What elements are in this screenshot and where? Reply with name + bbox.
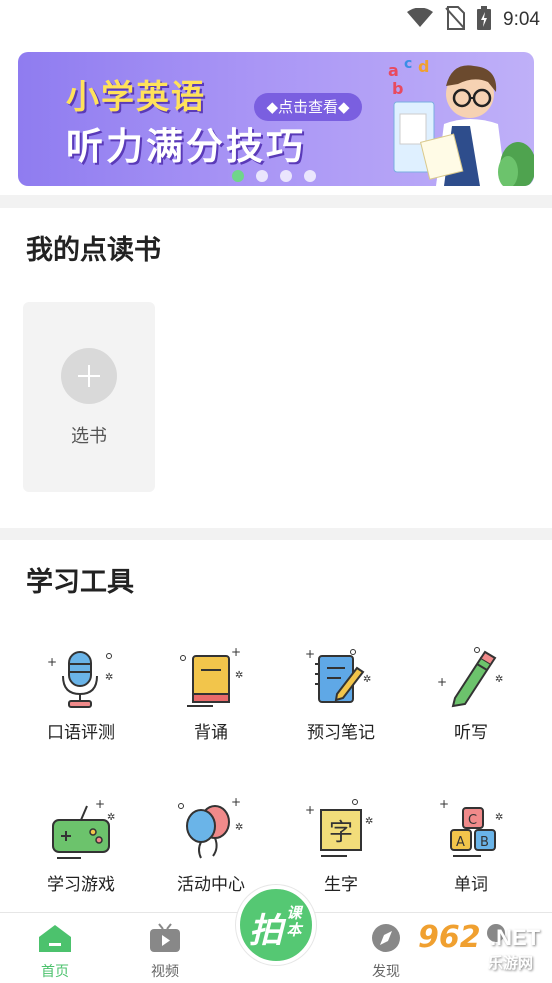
notebook-pen-icon: ✲ +: [305, 647, 371, 703]
battery-charging-icon: [477, 6, 492, 34]
scan-textbook-button[interactable]: 拍 课本: [236, 885, 316, 965]
watermark-suffix: .NET: [490, 925, 541, 950]
svg-text:✲: ✲: [495, 812, 503, 823]
svg-text:+: +: [231, 798, 241, 809]
tool-label: 背诵: [194, 723, 228, 743]
tool-label: 预习笔记: [307, 723, 375, 743]
svg-text:C: C: [468, 813, 477, 828]
tool-words[interactable]: C A B + ✲ 单词: [406, 798, 536, 895]
svg-text:✲: ✲: [363, 674, 371, 685]
status-time: 9:04: [503, 9, 540, 30]
pencil-icon: ✲ +: [437, 647, 503, 708]
svg-text:a: a: [388, 61, 399, 80]
tool-study-games[interactable]: + ✲ 学习游戏: [16, 798, 146, 895]
tool-label: 单词: [454, 875, 488, 895]
banner-subtitle: 听力满分技巧: [66, 125, 306, 168]
svg-text:✲: ✲: [235, 822, 243, 833]
nav-discover[interactable]: 发现: [356, 923, 416, 981]
svg-text:B: B: [480, 835, 489, 850]
status-icons: 9:04: [407, 6, 540, 34]
promo-banner[interactable]: 小学英语 ◆点击查看◆ 听力满分技巧 a c d b: [18, 52, 534, 186]
scan-textbook-big: 拍: [249, 911, 283, 951]
character-card-icon: 字 ✲ +: [305, 799, 373, 857]
nav-home[interactable]: 首页: [25, 923, 85, 981]
tool-activity-center[interactable]: + ✲ 活动中心: [146, 798, 276, 895]
site-watermark: 962 .NET 乐游网: [418, 920, 548, 972]
svg-text:+: +: [47, 655, 57, 669]
status-bar: 9:04: [0, 0, 552, 40]
tool-new-characters[interactable]: 字 ✲ + 生字: [276, 798, 406, 895]
no-sim-icon: [445, 6, 466, 34]
home-icon: [39, 925, 71, 952]
svg-text:c: c: [404, 56, 412, 72]
study-tools-title: 学习工具: [26, 567, 134, 598]
letter-blocks-icon: C A B + ✲: [439, 798, 503, 857]
svg-text:✲: ✲: [105, 672, 113, 683]
svg-text:+: +: [231, 646, 241, 659]
svg-text:✲: ✲: [235, 670, 243, 681]
svg-text:+: +: [305, 647, 315, 661]
svg-text:✲: ✲: [365, 816, 373, 827]
microphone-icon: + ✲: [47, 651, 113, 708]
tool-label: 听写: [454, 723, 488, 743]
compass-icon: [372, 924, 400, 952]
banner-dot[interactable]: [304, 170, 316, 182]
gamepad-icon: + ✲: [52, 798, 115, 859]
balloons-icon: + ✲: [178, 798, 243, 859]
tool-label: 学习游戏: [47, 875, 115, 895]
banner-dot[interactable]: [232, 170, 244, 182]
svg-text:字: 字: [329, 818, 353, 846]
tool-recite[interactable]: + ✲ 背诵: [146, 646, 276, 743]
banner-section: 小学英语 ◆点击查看◆ 听力满分技巧 a c d b: [0, 40, 552, 195]
study-tools-section: 学习工具 + ✲ 口语评测 + ✲ 背诵 ✲ + 预习笔记 ✲ + 听写 + ✲…: [0, 540, 552, 912]
svg-text:+: +: [439, 798, 449, 811]
banner-pagination: [232, 170, 316, 182]
watermark-site: 乐游网: [488, 954, 534, 972]
svg-text:d: d: [418, 57, 429, 76]
svg-text:✲: ✲: [495, 674, 503, 685]
banner-title: 小学英语: [66, 77, 206, 116]
nav-video[interactable]: 视频: [135, 923, 195, 981]
my-books-title: 我的点读书: [26, 235, 161, 266]
wifi-icon: [407, 7, 434, 32]
svg-text:+: +: [95, 798, 105, 811]
svg-text:+: +: [305, 803, 315, 817]
nav-discover-label: 发现: [372, 964, 400, 980]
teacher-illustration: a c d b: [388, 56, 534, 186]
scan-textbook-small: 课本: [286, 904, 302, 939]
watermark-number: 962: [418, 920, 481, 955]
tv-icon: [150, 923, 180, 952]
nav-video-label: 视频: [151, 964, 179, 980]
book-icon: + ✲: [180, 646, 243, 707]
my-books-section: 我的点读书 选书: [0, 208, 552, 528]
tool-label: 口语评测: [47, 723, 115, 743]
nav-home-label: 首页: [41, 964, 69, 980]
plus-icon: [61, 348, 117, 404]
svg-text:A: A: [456, 835, 465, 850]
tool-preview-notes[interactable]: ✲ + 预习笔记: [276, 646, 406, 743]
tool-oral-test[interactable]: + ✲ 口语评测: [16, 646, 146, 743]
svg-text:+: +: [437, 675, 447, 689]
tool-dictation[interactable]: ✲ + 听写: [406, 646, 536, 743]
svg-text:✲: ✲: [107, 812, 115, 823]
svg-text:b: b: [392, 79, 403, 98]
banner-dot[interactable]: [256, 170, 268, 182]
banner-dot[interactable]: [280, 170, 292, 182]
select-book-card[interactable]: 选书: [23, 302, 155, 492]
select-book-label: 选书: [71, 426, 107, 447]
